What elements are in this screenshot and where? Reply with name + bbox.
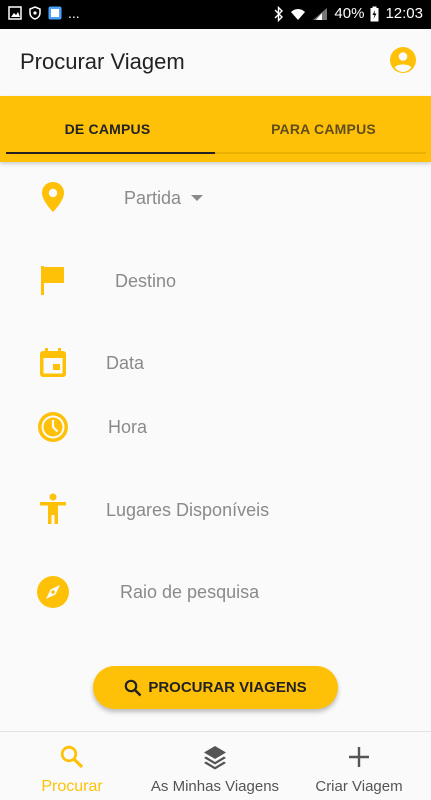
hora-label: Hora (108, 417, 148, 437)
shield-notification-icon (29, 6, 41, 20)
plus-icon (349, 747, 369, 767)
tab-divider (215, 152, 426, 154)
hora-field[interactable]: Hora (0, 402, 431, 452)
battery-percent: 40% (334, 5, 365, 22)
partida-field[interactable]: Partida (0, 173, 431, 223)
battery-charging-icon (370, 6, 379, 21)
bluetooth-icon (274, 5, 284, 22)
procurar-viagens-label: PROCURAR VIAGENS (148, 679, 307, 696)
chevron-down-icon (191, 195, 203, 201)
account-circle-icon[interactable] (389, 46, 417, 74)
page-title: Procurar Viagem (20, 49, 185, 74)
active-tab-indicator (6, 152, 215, 154)
layers-icon (204, 746, 226, 770)
flag-icon (41, 266, 64, 295)
search-icon (60, 745, 84, 769)
signal-icon (313, 7, 328, 20)
destino-label: Destino (115, 271, 177, 291)
data-field[interactable]: Data (0, 338, 431, 388)
lugares-field[interactable]: Lugares Disponíveis (0, 485, 431, 535)
more-notifications-indicator: ... (68, 5, 80, 21)
nav-minhas-viagens[interactable]: As Minhas Viagens (140, 732, 290, 800)
nav-minhas-viagens-label: As Minhas Viagens (150, 778, 280, 795)
partida-label: Partida (124, 188, 182, 208)
gallery-notification-icon (8, 6, 22, 20)
data-label: Data (106, 353, 145, 373)
nav-procurar-label: Procurar (41, 778, 103, 795)
nav-criar-viagem[interactable]: Criar Viagem (309, 732, 409, 800)
location-pin-icon (42, 182, 64, 212)
wifi-icon (291, 8, 306, 20)
search-icon (125, 679, 142, 696)
status-bar: ... 40% 12:03 (0, 0, 431, 29)
compass-icon (37, 576, 69, 608)
clock-time: 12:03 (385, 5, 423, 22)
bottom-navigation: Procurar As Minhas Viagens Criar Viagem (0, 731, 431, 800)
nav-criar-viagem-label: Criar Viagem (315, 778, 403, 795)
raio-field[interactable]: Raio de pesquisa (0, 567, 431, 617)
nav-procurar[interactable]: Procurar (22, 732, 122, 800)
procurar-viagens-button[interactable]: PROCURAR VIAGENS (93, 666, 338, 709)
app-bar: Procurar Viagem (0, 29, 431, 96)
clock-icon (38, 412, 68, 442)
status-system: 40% 12:03 (274, 5, 423, 22)
lugares-label: Lugares Disponíveis (106, 500, 270, 520)
person-icon (40, 493, 66, 524)
calendar-icon (40, 348, 66, 377)
app-notification-icon (48, 6, 62, 20)
status-notifications: ... (8, 6, 80, 20)
destino-field[interactable]: Destino (0, 256, 431, 306)
raio-label: Raio de pesquisa (120, 582, 260, 602)
